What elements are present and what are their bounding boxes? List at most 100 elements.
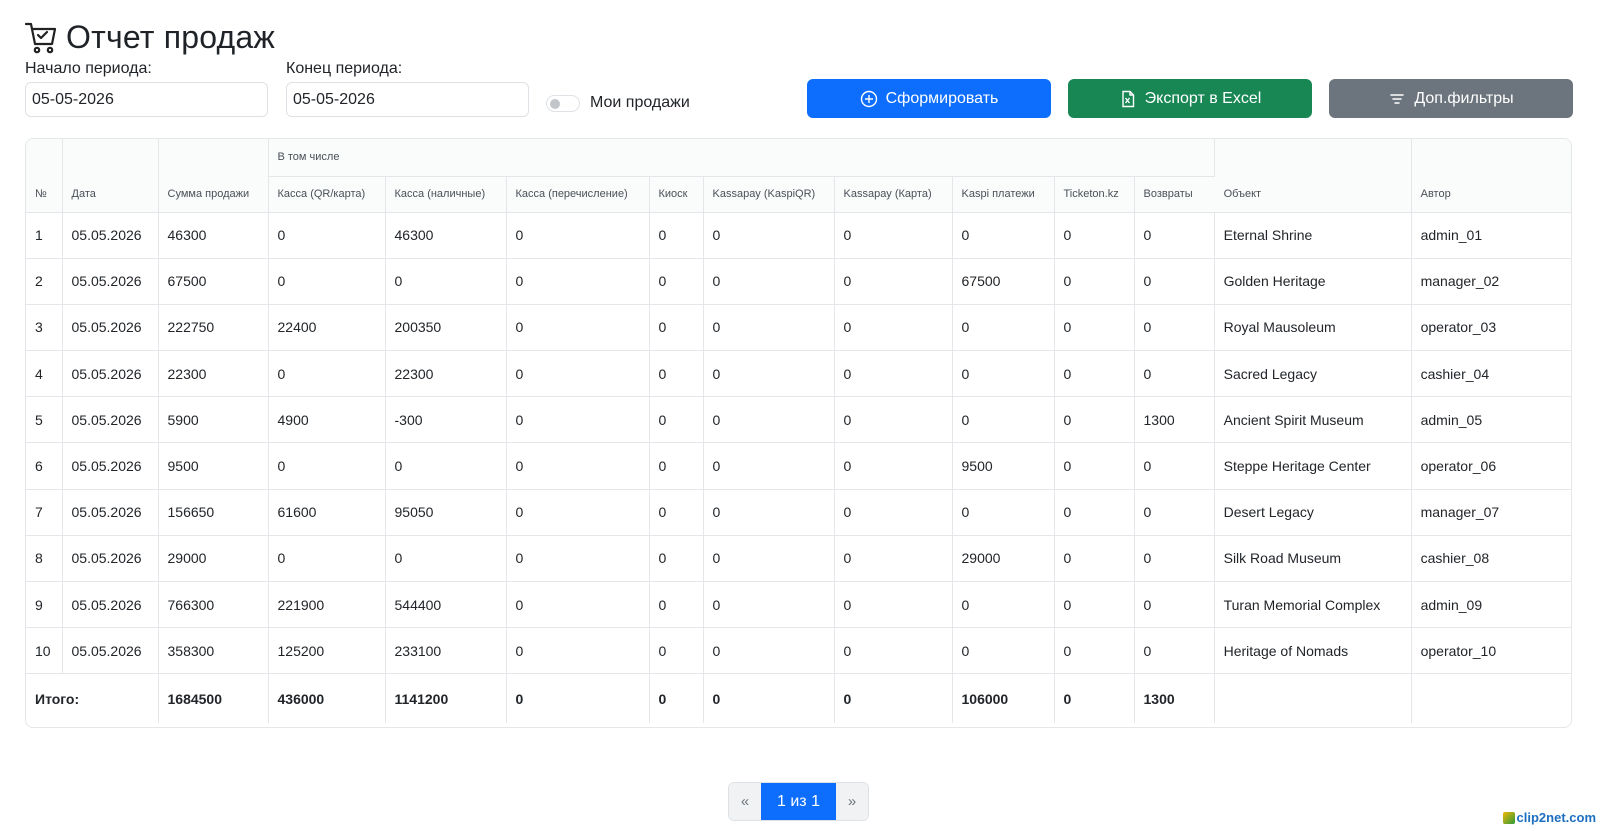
table-row: 4 05.05.2026 22300 0 22300 0 0 0 0 0 0 0 Sacred Lega… [26, 350, 1571, 398]
cell-kassapay-qr: 0 [703, 627, 835, 675]
cell-kiosk: 0 [649, 489, 704, 536]
cell-kassa-transfer: 0 [506, 535, 650, 583]
clip2net-logo-icon [1502, 811, 1515, 824]
cell-returns: 0 [1134, 535, 1215, 583]
cell-ticketon: 0 [1054, 442, 1135, 490]
pagination: « 1 из 1 » [728, 782, 869, 821]
cell-kiosk: 0 [649, 212, 704, 259]
cell-kassapay-card: 0 [834, 258, 953, 305]
cell-author: manager_07 [1411, 489, 1571, 536]
cell-sum: 22300 [158, 350, 269, 398]
pagination-current-page[interactable]: 1 из 1 [761, 783, 836, 820]
col-header-kassapay-qr: Kassapay (KaspiQR) [703, 176, 835, 213]
filter-icon [1388, 90, 1406, 108]
total-kassa-transfer: 0 [506, 673, 650, 723]
cell-sum: 46300 [158, 212, 269, 259]
pagination-next-button[interactable]: » [836, 783, 868, 820]
cell-kassapay-card: 0 [834, 627, 953, 675]
cell-date: 05.05.2026 [62, 212, 159, 259]
cell-returns: 0 [1134, 350, 1215, 398]
total-kassapay-qr: 0 [703, 673, 835, 723]
cell-object: Heritage of Nomads [1214, 627, 1412, 675]
cell-author: admin_01 [1411, 212, 1571, 259]
col-header-kassa-cash: Касса (наличные) [385, 176, 507, 213]
cell-num: 5 [26, 396, 63, 444]
col-header-returns: Возвраты [1134, 176, 1215, 213]
more-filters-button[interactable]: Доп.фильтры [1329, 79, 1573, 118]
cell-kassa-transfer: 0 [506, 258, 650, 305]
cell-date: 05.05.2026 [62, 396, 159, 444]
col-header-kaspi: Kaspi платежи [952, 176, 1055, 213]
cell-object: Turan Memorial Complex [1214, 581, 1412, 629]
cell-returns: 0 [1134, 212, 1215, 259]
cell-ticketon: 0 [1054, 489, 1135, 536]
cell-kassa-cash: 233100 [385, 627, 507, 675]
cell-sum: 156650 [158, 489, 269, 536]
cell-sum: 9500 [158, 442, 269, 490]
export-excel-button[interactable]: Экспорт в Excel [1068, 79, 1312, 118]
my-sales-toggle[interactable] [546, 94, 580, 112]
cell-ticketon: 0 [1054, 258, 1135, 305]
cell-date: 05.05.2026 [62, 258, 159, 305]
cell-object: Royal Mausoleum [1214, 304, 1412, 352]
cell-kiosk: 0 [649, 442, 704, 490]
col-header-kassapay-card: Kassapay (Карта) [834, 176, 953, 213]
sales-report-table-card: № Дата Сумма продажи В том числе Объект … [25, 138, 1572, 728]
table-row: 3 05.05.2026 222750 22400 200350 0 0 0 0 0 0 0 Royal… [26, 304, 1571, 352]
cell-kassapay-qr: 0 [703, 489, 835, 536]
cell-returns: 0 [1134, 581, 1215, 629]
table-body: 1 05.05.2026 46300 0 46300 0 0 0 0 0 0 0 Eternal Shr… [26, 212, 1571, 675]
cell-num: 10 [26, 627, 63, 675]
end-date-input[interactable] [286, 82, 529, 117]
col-group-header: В том числе [268, 139, 1215, 177]
cell-kaspi: 0 [952, 489, 1055, 536]
cell-ticketon: 0 [1054, 396, 1135, 444]
cell-kassa-transfer: 0 [506, 396, 650, 444]
cell-returns: 0 [1134, 442, 1215, 490]
cell-kaspi: 0 [952, 350, 1055, 398]
cell-kassa-cash: 0 [385, 442, 507, 490]
col-header-kassa-transfer: Касса (перечисление) [506, 176, 650, 213]
cell-kassapay-card: 0 [834, 535, 953, 583]
cell-kassapay-qr: 0 [703, 581, 835, 629]
cell-kassa-qr: 125200 [268, 627, 386, 675]
cell-sum: 358300 [158, 627, 269, 675]
cell-kassa-transfer: 0 [506, 212, 650, 259]
table-row: 6 05.05.2026 9500 0 0 0 0 0 0 9500 0 0 Steppe Herita… [26, 442, 1571, 490]
pagination-prev-button[interactable]: « [729, 783, 761, 820]
cell-kassa-cash: -300 [385, 396, 507, 444]
cell-ticketon: 0 [1054, 212, 1135, 259]
cell-returns: 0 [1134, 489, 1215, 536]
cell-author: operator_06 [1411, 442, 1571, 490]
total-kassa-qr: 436000 [268, 673, 386, 723]
cell-kaspi: 0 [952, 627, 1055, 675]
cell-returns: 0 [1134, 627, 1215, 675]
cell-kassa-transfer: 0 [506, 304, 650, 352]
cell-object: Sacred Legacy [1214, 350, 1412, 398]
table-row: 2 05.05.2026 67500 0 0 0 0 0 0 67500 0 0 Golden Heri… [26, 258, 1571, 305]
total-kassa-cash: 1141200 [385, 673, 507, 723]
table-row: 9 05.05.2026 766300 221900 544400 0 0 0 0 0 0 0 Tura… [26, 581, 1571, 629]
cell-author: cashier_08 [1411, 535, 1571, 583]
cell-sum: 766300 [158, 581, 269, 629]
cell-kassa-qr: 0 [268, 535, 386, 583]
cell-num: 4 [26, 350, 63, 398]
cell-kassa-cash: 200350 [385, 304, 507, 352]
col-header-sum: Сумма продажи [158, 139, 269, 213]
start-date-input[interactable] [25, 82, 268, 117]
my-sales-switch-group: Мои продажи [546, 94, 690, 112]
cell-object: Ancient Spirit Museum [1214, 396, 1412, 444]
cell-kaspi: 67500 [952, 258, 1055, 305]
start-date-group: Начало периода: [25, 60, 268, 117]
cell-kassa-qr: 0 [268, 212, 386, 259]
excel-file-icon [1119, 90, 1137, 108]
cell-author: cashier_04 [1411, 350, 1571, 398]
cell-returns: 1300 [1134, 396, 1215, 444]
col-header-num: № [26, 139, 63, 213]
total-kassapay-card: 0 [834, 673, 953, 723]
cell-kassa-qr: 0 [268, 350, 386, 398]
total-ticketon: 0 [1054, 673, 1135, 723]
cell-ticketon: 0 [1054, 535, 1135, 583]
generate-button[interactable]: Сформировать [807, 79, 1051, 118]
col-header-author: Автор [1411, 139, 1571, 213]
